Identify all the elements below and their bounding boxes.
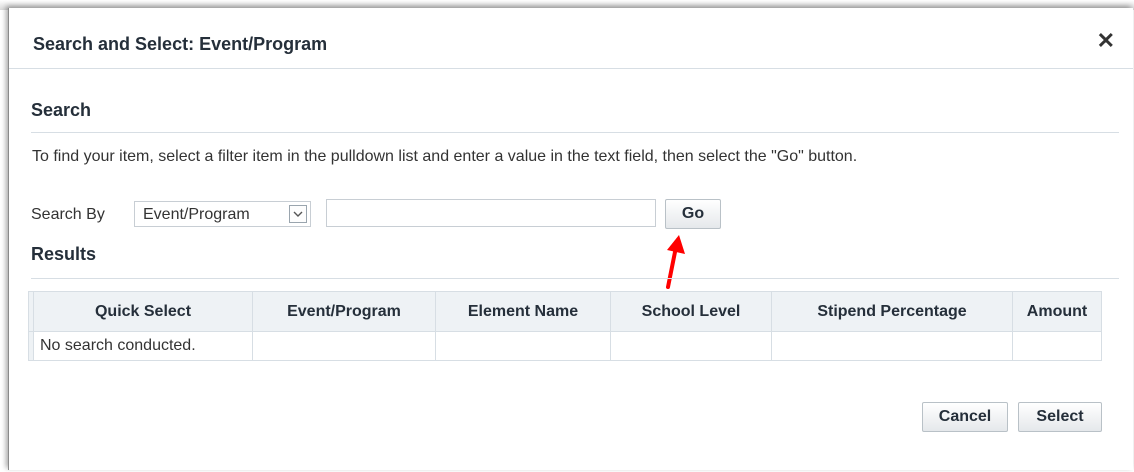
column-header-quick-select: Quick Select (33, 291, 253, 332)
cancel-button-label: Cancel (938, 408, 992, 425)
column-header-school-level: School Level (610, 291, 772, 332)
search-value-input[interactable] (326, 199, 656, 227)
table-cell (610, 331, 772, 361)
table-row: No search conducted. (28, 331, 1102, 361)
search-select-dialog: Search and Select: Event/Program ✕ Searc… (8, 8, 1133, 470)
results-divider (31, 278, 1119, 279)
search-heading: Search (31, 100, 92, 120)
table-cell (1012, 331, 1102, 361)
cancel-button[interactable]: Cancel (922, 402, 1008, 432)
column-header-stipend-percentage: Stipend Percentage (771, 291, 1013, 332)
table-cell (435, 331, 611, 361)
select-button[interactable]: Select (1018, 402, 1102, 432)
results-table: Quick Select Event/Program Element Name … (28, 291, 1102, 361)
go-button[interactable]: Go (665, 199, 721, 229)
dialog-title-bar: Search and Select: Event/Program ✕ (9, 8, 1133, 69)
search-by-label: Search By (31, 206, 105, 223)
red-arrow-annotation (666, 235, 685, 289)
table-cell (252, 331, 436, 361)
results-heading: Results (31, 244, 97, 264)
column-header-element-name: Element Name (435, 291, 611, 332)
search-instructions: To find your item, select a filter item … (32, 148, 858, 165)
column-header-event-program: Event/Program (252, 291, 436, 332)
results-header-row: Quick Select Event/Program Element Name … (28, 291, 1102, 332)
empty-results-message: No search conducted. (33, 331, 253, 361)
chevron-down-icon[interactable] (289, 205, 307, 223)
close-icon[interactable]: ✕ (1097, 30, 1115, 52)
column-header-amount: Amount (1012, 291, 1102, 332)
search-by-dropdown[interactable]: Event/Program (134, 201, 311, 227)
dialog-title: Search and Select: Event/Program (33, 34, 328, 54)
search-divider (31, 132, 1119, 133)
search-by-selected-value: Event/Program (143, 206, 250, 223)
table-cell (771, 331, 1013, 361)
